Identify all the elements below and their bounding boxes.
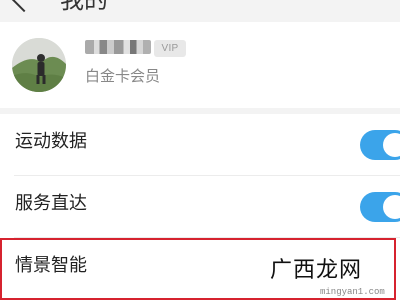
sport-data-toggle[interactable]: [360, 130, 400, 160]
page-title: 我的: [60, 0, 108, 14]
profile-card[interactable]: VIP 白金卡会员: [0, 22, 400, 108]
settings-item-label: 运动数据: [15, 131, 87, 152]
watermark-text: 广西龙网: [270, 258, 363, 283]
avatar-photo: [12, 38, 66, 92]
settings-item-sport-data[interactable]: 运动数据: [0, 114, 400, 176]
watermark-url: mingyan1.com: [320, 287, 385, 297]
member-level-label: 白金卡会员: [85, 67, 161, 85]
service-direct-toggle[interactable]: [360, 192, 400, 222]
settings-item-label: 服务直达: [15, 193, 87, 214]
back-arrow-icon[interactable]: [9, 0, 39, 13]
avatar[interactable]: [12, 38, 66, 92]
top-bar: 我的: [0, 0, 400, 22]
vip-badge: VIP: [154, 40, 186, 57]
toggle-knob: [383, 195, 400, 219]
toggle-knob: [383, 133, 400, 157]
settings-item-service-direct[interactable]: 服务直达: [0, 176, 400, 238]
username-blurred: [85, 40, 151, 54]
